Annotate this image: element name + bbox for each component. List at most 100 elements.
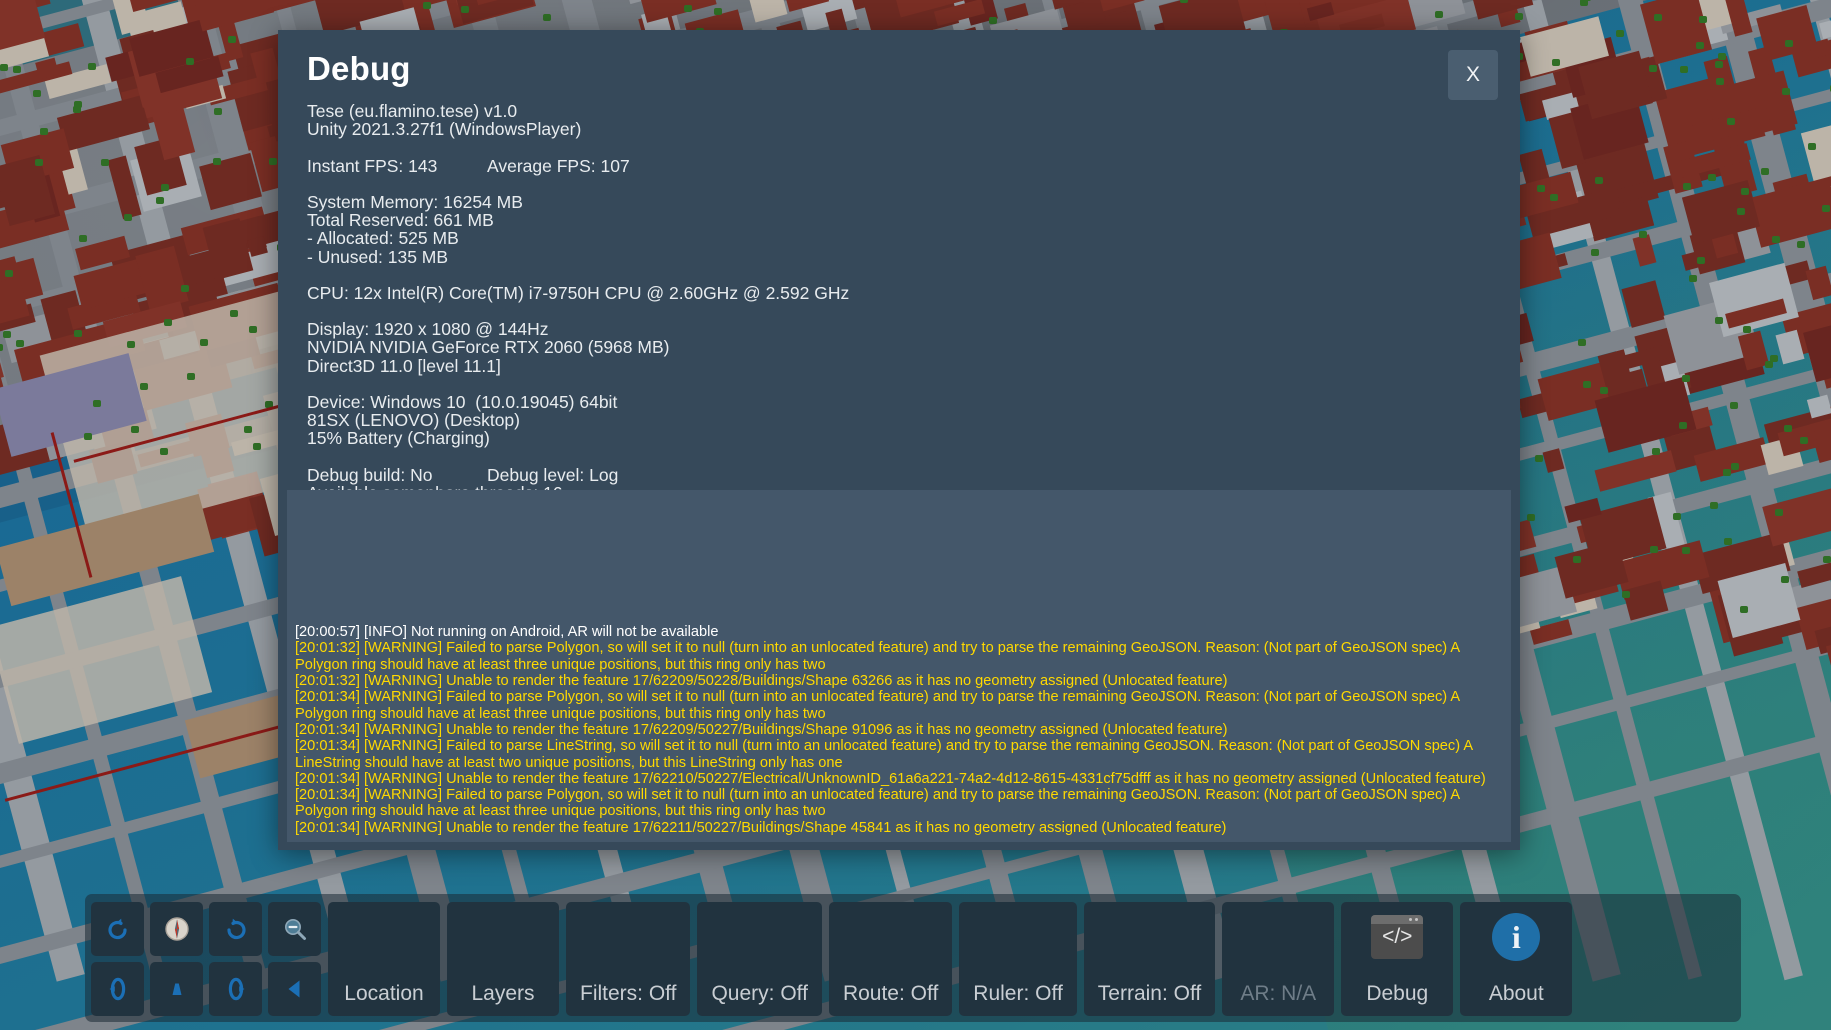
map-tree (1696, 257, 1705, 265)
map-tree (1796, 241, 1805, 249)
fps-line: Instant FPS: 143 Average FPS: 107 (307, 156, 1500, 174)
map-tree (253, 443, 262, 451)
navigation-pad (91, 902, 321, 1016)
map-tree (1771, 236, 1780, 244)
map-tree (88, 63, 97, 71)
compass-icon (162, 914, 192, 944)
map-tree (1649, 546, 1658, 554)
tool-button-terrain[interactable]: Terrain: Off (1083, 902, 1216, 1016)
info-circle-icon: i (1492, 902, 1541, 972)
map-tree (1600, 386, 1609, 394)
tool-button-filters[interactable]: Filters: Off (566, 902, 691, 1016)
rotate-right-button[interactable] (209, 902, 262, 956)
tool-button-location[interactable]: Location (328, 902, 440, 1016)
map-tree (1527, 514, 1536, 522)
debug-build-value: Debug build: No (307, 464, 433, 485)
map-tree (39, 127, 48, 135)
log-line: [20:01:34] [WARNING] Failed to parse Pol… (295, 689, 1460, 722)
map-tree (74, 330, 83, 338)
map-tree (164, 319, 173, 327)
map-tree (1680, 66, 1689, 74)
tool-button-label: AR: N/A (1240, 982, 1317, 1005)
pitch-reset-icon (221, 974, 251, 1004)
tool-button-layers[interactable]: Layers (447, 902, 559, 1016)
map-tree (1537, 185, 1546, 193)
map-tree (15, 339, 24, 347)
debug-level-value: Debug level: Log (487, 464, 619, 485)
log-line: [20:01:34] [WARNING] Failed to parse Lin… (295, 738, 1473, 771)
tool-button-route[interactable]: Route: Off (828, 902, 953, 1016)
pitch-down-button[interactable] (91, 962, 144, 1016)
map-tree (1739, 606, 1748, 614)
map-tree (1595, 176, 1604, 184)
map-tree (1535, 454, 1544, 462)
close-button[interactable]: X (1448, 50, 1498, 100)
log-line: [20:01:34] [WARNING] Unable to render th… (295, 721, 1228, 738)
map-tree (1760, 167, 1769, 175)
map-tree (1709, 502, 1718, 510)
tool-button-about[interactable]: i About (1460, 902, 1573, 1016)
map-tree (1683, 183, 1692, 191)
rotate-left-button[interactable] (91, 902, 144, 956)
tool-button-ar: AR: N/A (1222, 902, 1335, 1016)
map-tree (181, 285, 190, 293)
map-tree (243, 426, 252, 434)
cpu-line: CPU: 12x Intel(R) Core(TM) i7-9750H CPU … (307, 282, 850, 303)
pitch-up-icon (162, 974, 192, 1004)
map-tree (1723, 537, 1732, 545)
tool-button-ruler[interactable]: Ruler: Off (959, 902, 1077, 1016)
map-tree (714, 8, 723, 16)
page-title: Debug (307, 50, 411, 87)
map-tree (124, 213, 133, 221)
map-tree (100, 159, 109, 167)
map-tree (1740, 188, 1749, 196)
map-tree (155, 197, 164, 205)
map-tree (212, 157, 221, 165)
map-tree (1621, 590, 1630, 598)
map-tree (1514, 12, 1523, 20)
map-tree (32, 89, 41, 97)
map-tree (1807, 143, 1816, 151)
debug-dialog: Debug X Tese (eu.flamino.tese) v1.0 Unit… (278, 30, 1520, 850)
pitch-up-button[interactable] (150, 962, 203, 1016)
log-console[interactable]: [20:00:57] [INFO] Not running on Android… (287, 490, 1511, 842)
map-tree (1729, 402, 1738, 409)
tool-button-label: Query: Off (711, 982, 808, 1005)
graphics-api-line: Direct3D 11.0 [level 11.1] (307, 355, 501, 376)
map-tree (1578, 338, 1587, 346)
zoom-out-button[interactable] (268, 902, 321, 956)
map-tree (1726, 117, 1735, 125)
map-tree (268, 157, 277, 165)
tool-button-label: Filters: Off (580, 982, 677, 1005)
tool-button-query[interactable]: Query: Off (697, 902, 822, 1016)
bottom-toolbar: Location Layers Filters: Off Query: Off Rout… (85, 894, 1741, 1022)
tool-button-row: Location Layers Filters: Off Query: Off Rout… (328, 902, 1573, 1016)
unused-line: - Unused: 135 MB (307, 246, 449, 267)
system-memory-line: System Memory: 16254 MB (307, 191, 523, 212)
map-tree (1682, 375, 1691, 383)
map-tree (187, 372, 196, 380)
log-line: [20:01:32] [WARNING] Failed to parse Pol… (295, 640, 1460, 673)
tool-button-debug[interactable]: </> Debug (1341, 902, 1454, 1016)
map-tree (227, 36, 236, 43)
log-line-list: [20:00:57] [INFO] Not running on Android… (295, 624, 1503, 836)
map-tree (1781, 575, 1790, 583)
pan-left-button[interactable] (268, 962, 321, 1016)
map-tree (34, 159, 43, 167)
map-tree (1715, 61, 1724, 69)
map-tree (12, 66, 21, 74)
map-tree (1434, 10, 1443, 18)
map-tree (1799, 437, 1808, 445)
gpu-line: NVIDIA NVIDIA GeForce RTX 2060 (5968 MB) (307, 337, 670, 358)
map-tree (1783, 425, 1792, 433)
pitch-reset-button[interactable] (209, 962, 262, 1016)
debug-build-line: Debug build: No Debug level: Log (307, 466, 1500, 484)
map-tree (683, 4, 692, 12)
device-model-line: 81SX (LENOVO) (Desktop) (307, 410, 520, 431)
map-tree (1730, 463, 1739, 471)
map-tree (1695, 42, 1704, 50)
tool-button-label: About (1488, 982, 1544, 1005)
compass-button[interactable] (150, 902, 203, 956)
map-tree (1715, 317, 1724, 325)
